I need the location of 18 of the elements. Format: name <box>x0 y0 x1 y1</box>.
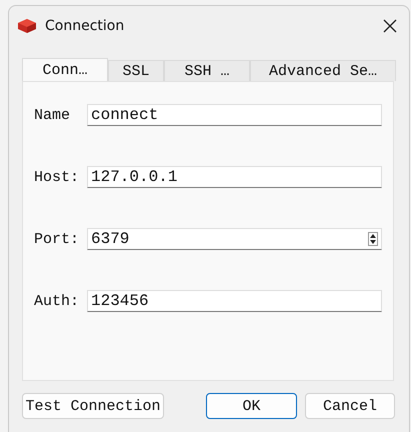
field-label: Name <box>34 106 72 124</box>
tab[interactable]: Conn… <box>22 58 108 81</box>
input-field[interactable]: 6379 <box>87 228 382 250</box>
dialog-button[interactable]: Test Connection <box>22 393 164 419</box>
tab[interactable]: Advanced Se… <box>250 60 396 81</box>
close-icon[interactable] <box>383 19 397 33</box>
tab[interactable]: SSL <box>108 60 164 81</box>
input-field[interactable]: connect <box>87 104 382 126</box>
dialog-button[interactable]: OK <box>206 393 297 419</box>
input-field[interactable]: 123456 <box>87 290 382 312</box>
window-title: Connection <box>45 18 126 34</box>
input-field[interactable]: 127.0.0.1 <box>87 166 382 188</box>
dialog-button[interactable]: Cancel <box>305 393 395 419</box>
field-label: Port: <box>34 230 80 248</box>
spinner-arrows-icon[interactable] <box>368 232 378 246</box>
field-label: Host: <box>34 168 80 186</box>
field-label: Auth: <box>34 292 80 310</box>
tab[interactable]: SSH … <box>164 60 250 81</box>
